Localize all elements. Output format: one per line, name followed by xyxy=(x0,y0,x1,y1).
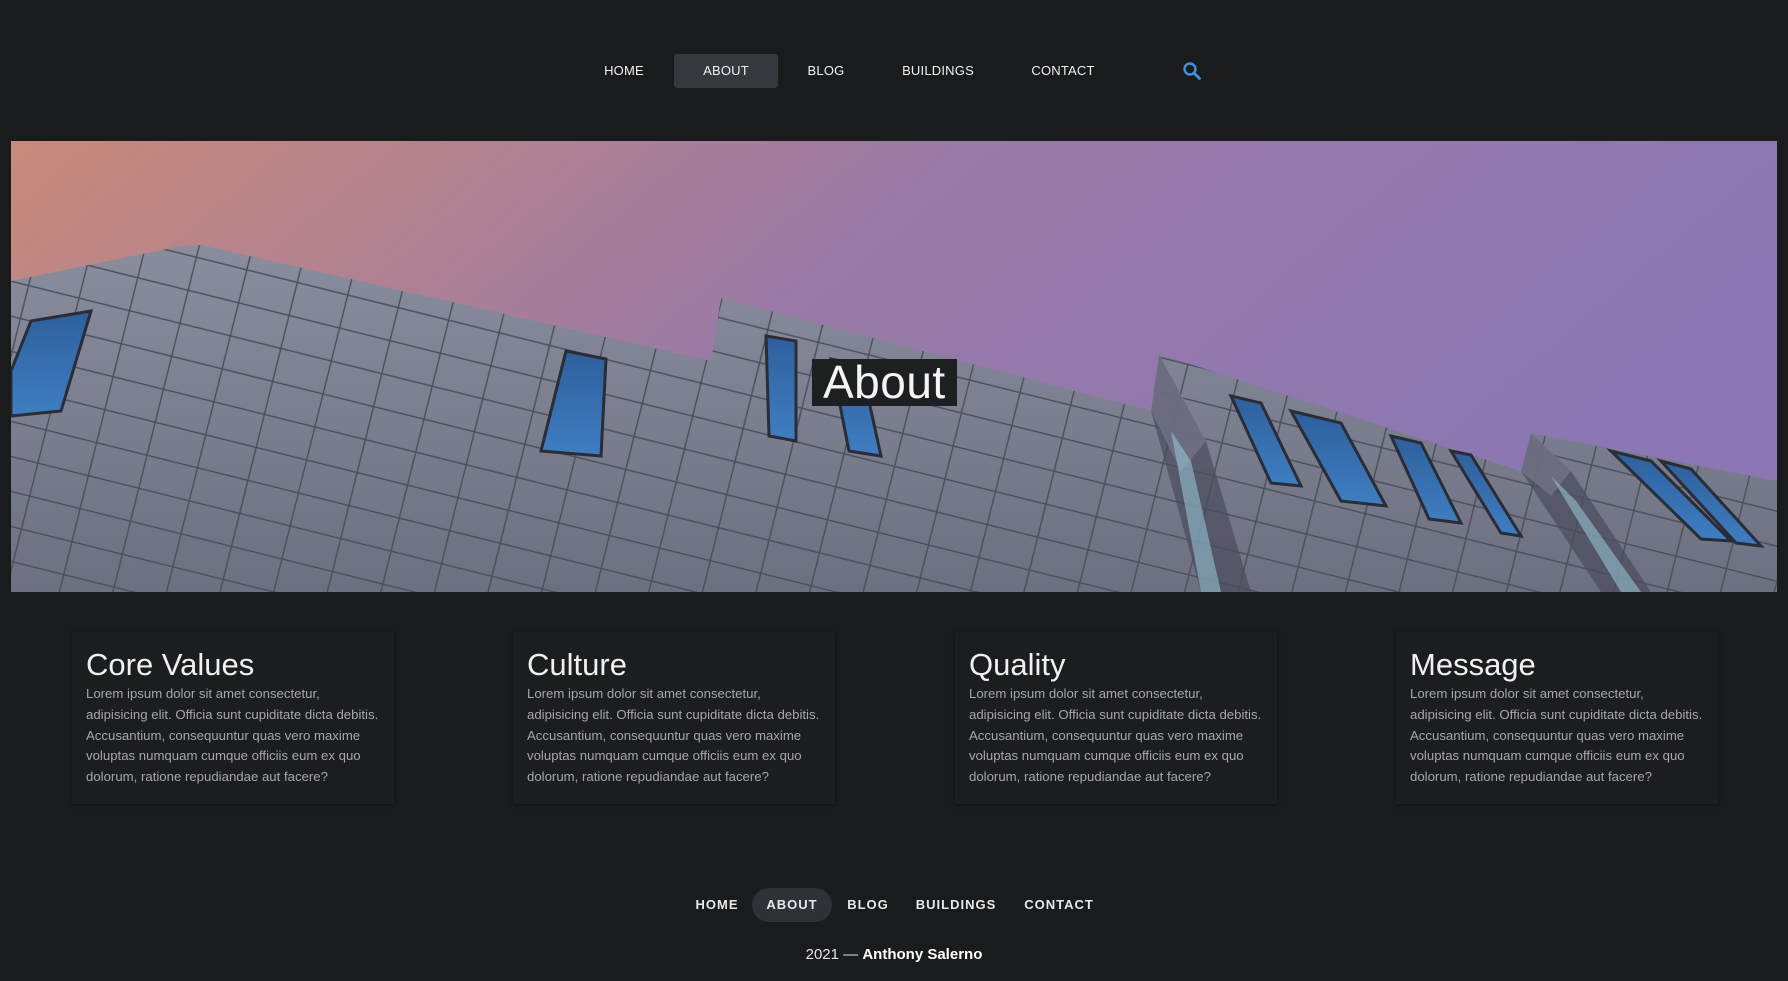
top-nav: HOME ABOUT BLOG BUILDINGS CONTACT xyxy=(0,54,1788,88)
card-title: Culture xyxy=(527,647,627,682)
search-icon[interactable] xyxy=(1181,60,1203,82)
page-title: About xyxy=(812,358,957,406)
card-message: Message Lorem ipsum dolor sit amet conse… xyxy=(1396,632,1718,804)
copyright: 2021 — Anthony Salerno xyxy=(0,946,1788,963)
card-body: Lorem ipsum dolor sit amet consectetur, … xyxy=(527,686,820,785)
copyright-author[interactable]: Anthony Salerno xyxy=(862,946,982,963)
card-body: Lorem ipsum dolor sit amet consectetur, … xyxy=(86,686,379,785)
footer-nav-contact[interactable]: CONTACT xyxy=(1018,888,1100,922)
info-cards: Core Values Lorem ipsum dolor sit amet c… xyxy=(0,632,1788,804)
footer-nav-blog[interactable]: BLOG xyxy=(840,888,896,922)
nav-blog[interactable]: BLOG xyxy=(800,54,852,88)
card-body: Lorem ipsum dolor sit amet consectetur, … xyxy=(1410,686,1703,785)
nav-home[interactable]: HOME xyxy=(596,54,652,88)
card-title: Core Values xyxy=(86,647,255,682)
footer-nav-about[interactable]: ABOUT xyxy=(752,888,832,922)
card-title: Message xyxy=(1410,647,1536,682)
card-culture: Culture Lorem ipsum dolor sit amet conse… xyxy=(513,632,835,804)
nav-about[interactable]: ABOUT xyxy=(674,54,778,88)
card-core-values: Core Values Lorem ipsum dolor sit amet c… xyxy=(72,632,394,804)
footer-nav-home[interactable]: HOME xyxy=(688,888,746,922)
footer-nav: HOME ABOUT BLOG BUILDINGS CONTACT xyxy=(0,888,1788,922)
nav-buildings[interactable]: BUILDINGS xyxy=(893,54,983,88)
card-quality: Quality Lorem ipsum dolor sit amet conse… xyxy=(955,632,1277,804)
card-body: Lorem ipsum dolor sit amet consectetur, … xyxy=(969,686,1262,785)
footer-nav-buildings[interactable]: BUILDINGS xyxy=(908,888,1004,922)
nav-contact[interactable]: CONTACT xyxy=(1025,54,1101,88)
hero-banner: About xyxy=(11,141,1777,592)
card-title: Quality xyxy=(969,647,1066,682)
copyright-year: 2021 — xyxy=(805,946,859,963)
